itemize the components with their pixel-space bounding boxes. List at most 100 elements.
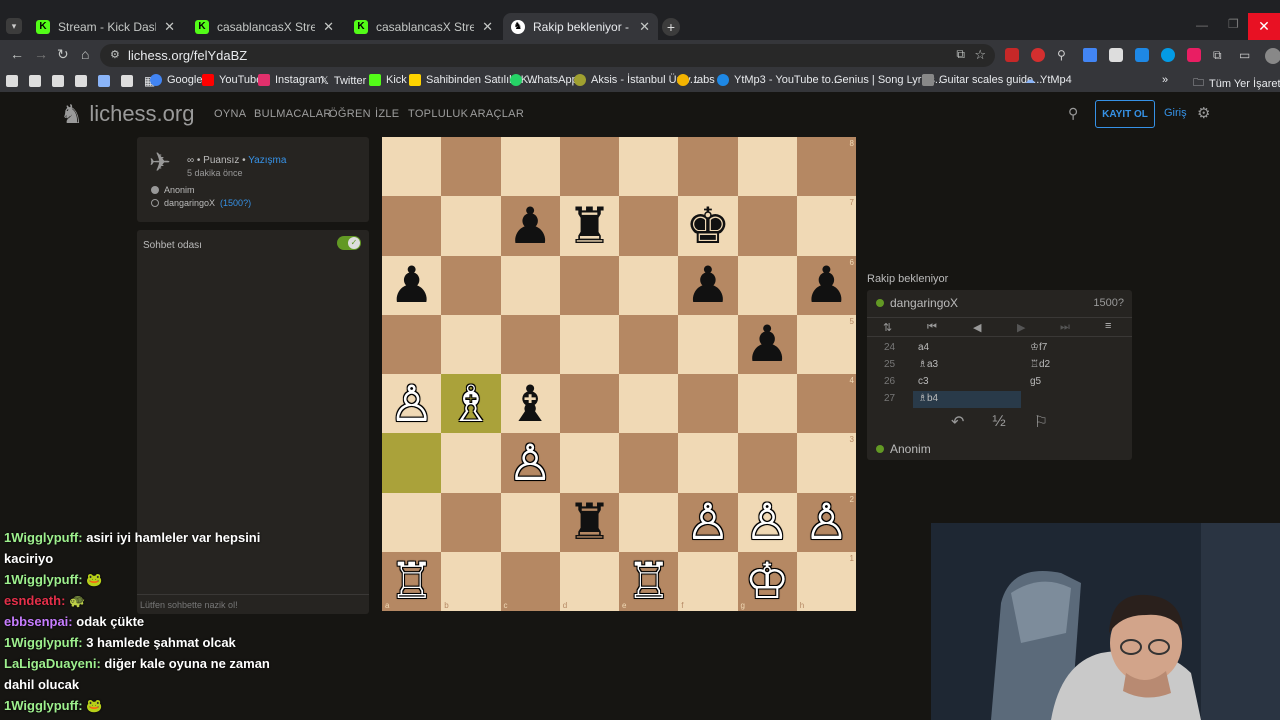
square-a3[interactable] [382,433,442,493]
square-a8[interactable] [382,137,442,197]
square-d8[interactable] [559,137,619,197]
square-d1[interactable]: d [559,551,619,611]
square-g3[interactable] [737,433,797,493]
square-d5[interactable] [559,314,619,374]
square-e1[interactable]: ♖ e [619,551,679,611]
bookmark-tabs[interactable]: tabs [677,74,715,86]
piece-d7[interactable]: ♜ [567,201,612,251]
square-g6[interactable] [737,255,797,315]
prev-move-icon[interactable]: ◀ [973,321,981,334]
square-e2[interactable] [619,492,679,552]
bookmark-whatsapp[interactable]: WhatsApp [510,74,578,86]
square-f1[interactable]: f [678,551,738,611]
menu-ogren[interactable]: ÖĞREN [329,108,371,120]
signup-button[interactable]: KAYIT OL [1095,100,1155,128]
extension-icon[interactable] [1135,48,1149,62]
square-f6[interactable]: ♟ [678,255,738,315]
square-f2[interactable]: ♙ [678,492,738,552]
square-g7[interactable] [737,196,797,256]
square-e8[interactable] [619,137,679,197]
square-b5[interactable] [441,314,501,374]
square-g8[interactable] [737,137,797,197]
menu-topluluk[interactable]: TOPLULUK [408,108,468,120]
square-b8[interactable] [441,137,501,197]
lichess-logo[interactable]: ♞ lichess.org [60,99,194,130]
square-f3[interactable] [678,433,738,493]
piece-h6[interactable]: ♟ [804,260,849,310]
square-b2[interactable] [441,492,501,552]
square-h8[interactable]: 8 [796,137,856,197]
bookmark-icon[interactable] [75,75,87,87]
square-f4[interactable] [678,374,738,434]
black-move[interactable]: ♔f7 [1025,340,1125,357]
square-e6[interactable] [619,255,679,315]
bookmark-instagram[interactable]: Instagram [258,74,324,86]
white-move[interactable]: c3 [913,374,1021,391]
square-a5[interactable] [382,314,442,374]
extension-icon[interactable] [1161,48,1175,62]
next-move-icon[interactable]: ▶ [1017,321,1025,334]
square-c3[interactable]: ♙ [500,433,560,493]
bookmark-icon[interactable] [29,75,41,87]
first-move-icon[interactable]: ⏮ [927,321,937,334]
piece-f2[interactable]: ♙ [685,497,730,547]
square-f8[interactable] [678,137,738,197]
piece-a4[interactable]: ♙ [389,379,434,429]
close-icon[interactable]: ✕ [323,19,334,35]
square-g1[interactable]: ♔ g [737,551,797,611]
square-d4[interactable] [559,374,619,434]
tab-casablancas-1[interactable]: K casablancasX Stream - Watch Live ✕ [187,13,342,40]
square-h4[interactable]: 4 [796,374,856,434]
square-h7[interactable]: 7 [796,196,856,256]
square-a6[interactable]: ♟ [382,255,442,315]
square-b1[interactable]: b [441,551,501,611]
site-info-icon[interactable]: ⚙ [110,48,120,61]
square-c2[interactable] [500,492,560,552]
square-g5[interactable]: ♟ [737,314,797,374]
white-move[interactable]: a4 [913,340,1021,357]
square-a7[interactable] [382,196,442,256]
square-b7[interactable] [441,196,501,256]
square-a1[interactable]: ♖ a [382,551,442,611]
square-c6[interactable] [500,255,560,315]
piece-b4[interactable]: ♗ [448,379,493,429]
tab-lichess[interactable]: ♞ Rakip bekleniyor - Oyna dangaringoX ✕ [503,13,658,40]
bookmark-google[interactable]: Google [150,74,202,86]
minimize-icon[interactable]: — [1196,18,1208,32]
side-panel-icon[interactable]: ▭ [1239,48,1253,62]
piece-e1[interactable]: ♖ [626,556,671,606]
white-move[interactable]: ♗a3 [913,357,1021,374]
bookmark-ytmp4[interactable]: ☁ YtMp4 [1025,74,1072,86]
extension-icon[interactable] [1031,48,1045,62]
piece-a1[interactable]: ♖ [389,556,434,606]
chat-toggle[interactable]: ✓ [337,236,361,250]
menu-izle[interactable]: İZLE [375,108,399,120]
close-icon[interactable]: ✕ [639,19,650,35]
piece-d2[interactable]: ♜ [567,497,612,547]
forward-icon[interactable]: → [34,46,48,62]
square-b4[interactable]: ♗ [441,374,501,434]
square-h1[interactable]: 1h [796,551,856,611]
piece-c4[interactable]: ♝ [508,379,553,429]
square-a2[interactable] [382,492,442,552]
bookmark-icon[interactable] [121,75,133,87]
close-icon[interactable]: ✕ [482,19,493,35]
menu-hamburger-icon[interactable]: ≡ [1105,320,1111,332]
black-move[interactable]: ♖d2 [1025,357,1125,374]
square-c7[interactable]: ♟ [500,196,560,256]
piece-g2[interactable]: ♙ [745,497,790,547]
home-icon[interactable]: ⌂ [81,46,89,62]
new-tab-icon[interactable]: + [662,18,680,36]
square-g2[interactable]: ♙ [737,492,797,552]
black-move[interactable] [1025,391,1125,408]
menu-oyna[interactable]: OYNA [214,108,246,120]
tab-search-icon[interactable]: ▾ [6,18,22,34]
piece-g1[interactable]: ♔ [745,556,790,606]
square-h5[interactable]: 5 [796,314,856,374]
bookmark-youtube[interactable]: YouTube [202,74,262,86]
menu-bulmacalar[interactable]: BULMACALAR [254,108,332,120]
gear-icon[interactable]: ⚙ [1197,104,1210,122]
piece-f6[interactable]: ♟ [685,260,730,310]
square-e7[interactable] [619,196,679,256]
square-h3[interactable]: 3 [796,433,856,493]
